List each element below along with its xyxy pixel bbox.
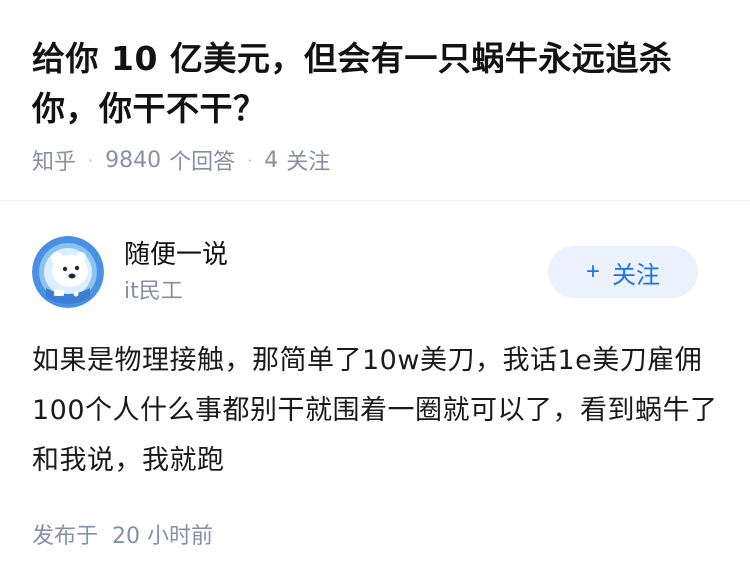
- follow-button[interactable]: + 关注: [548, 246, 698, 298]
- avatar[interactable]: [32, 236, 104, 308]
- follower-count: 4: [264, 147, 279, 173]
- question-meta: 知乎 · 9840 个回答 · 4 关注: [32, 144, 722, 176]
- plus-icon: +: [585, 258, 600, 285]
- author-name[interactable]: 随便一说: [124, 238, 228, 272]
- polar-bear-avatar-icon: [32, 236, 104, 308]
- follower-count-label: 关注: [286, 150, 331, 175]
- author-row: 随便一说 it民工 + 关注: [32, 236, 718, 308]
- answer-content[interactable]: 如果是物理接触，那简单了10w美刀，我话1e美刀雇佣100个人什么事都别干就围着…: [32, 336, 722, 486]
- answer-count: 9840: [105, 147, 162, 173]
- question-title[interactable]: 给你 10 亿美元，但会有一只蜗牛永远追杀你，你干不干？: [32, 34, 722, 134]
- source-label[interactable]: 知乎: [32, 144, 76, 176]
- publish-time: 发布于 20 小时前: [32, 518, 213, 550]
- meta-separator: ·: [88, 150, 94, 170]
- answer-count-label[interactable]: 个回答: [169, 144, 235, 176]
- section-divider: [0, 200, 750, 201]
- follow-button-label: 关注: [612, 261, 660, 289]
- publish-time-value: 20 小时前: [112, 524, 214, 549]
- publish-time-prefix: 发布于: [32, 524, 99, 549]
- meta-separator: ·: [247, 150, 253, 170]
- author-headline: it民工: [124, 279, 183, 304]
- question-header: 给你 10 亿美元，但会有一只蜗牛永远追杀你，你干不干？ 知乎 · 9840 个…: [32, 34, 722, 176]
